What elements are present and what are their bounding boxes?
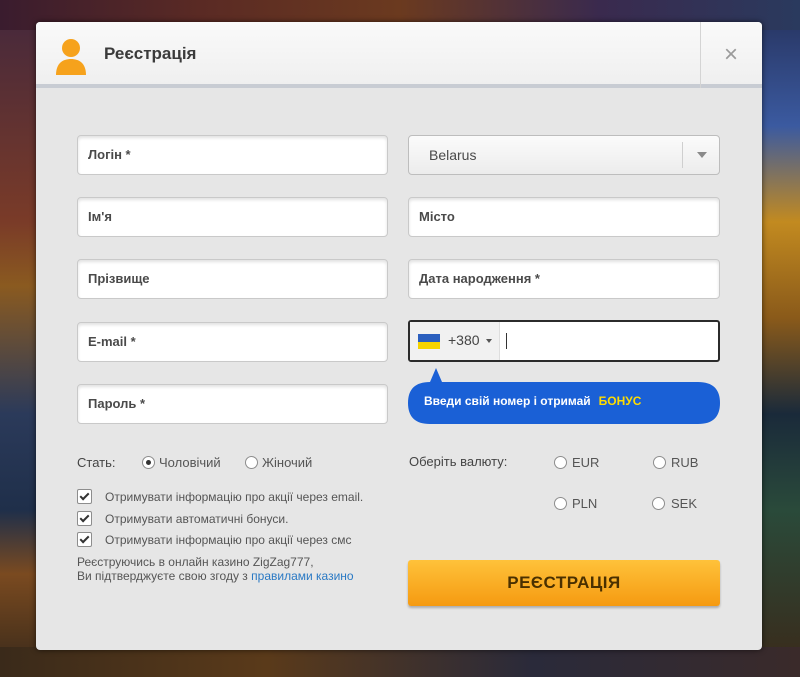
login-input[interactable]: Логін * — [77, 135, 388, 175]
currency-sek-label[interactable]: SEK — [671, 496, 697, 511]
background-left-tiles — [0, 30, 36, 670]
modal-header: Реєстрація × — [36, 22, 762, 88]
bonus-tooltip-message: Введи свій номер і отримай — [424, 394, 591, 408]
password-input[interactable]: Пароль * — [77, 384, 388, 424]
country-code-dropdown[interactable]: +380 — [410, 322, 500, 360]
terms-line-2: Ви підтверджуєте свою згоду з правилами … — [77, 569, 354, 583]
currency-sek-radio[interactable] — [652, 497, 665, 510]
register-button[interactable]: РЕЄСТРАЦІЯ — [408, 560, 720, 606]
bonus-highlight: БОНУС — [598, 394, 642, 408]
dial-code: +380 — [448, 332, 480, 348]
sms-promo-checkbox[interactable] — [77, 532, 92, 547]
email-promo-checkbox[interactable] — [77, 489, 92, 504]
ukraine-flag-icon — [418, 334, 440, 349]
currency-label: Оберіть валюту: — [409, 454, 508, 469]
text-cursor — [506, 333, 507, 349]
terms-text: Реєструючись в онлайн казино ZigZag777, … — [77, 555, 354, 583]
terms-line-1: Реєструючись в онлайн казино ZigZag777, — [77, 555, 314, 569]
user-icon — [56, 39, 86, 75]
checkmark-icon — [79, 533, 90, 544]
auto-bonus-label: Отримувати автоматичні бонуси. — [105, 512, 289, 526]
currency-rub-radio[interactable] — [653, 456, 666, 469]
currency-pln-radio[interactable] — [554, 497, 567, 510]
chevron-down-icon — [697, 152, 707, 158]
sms-promo-label: Отримувати інформацію про акції через см… — [105, 533, 352, 547]
checkmark-icon — [79, 490, 90, 501]
background-right-tiles — [760, 30, 800, 670]
background-bottom-tiles — [0, 647, 800, 677]
bonus-tooltip: Введи свій номер і отримай БОНУС — [408, 368, 720, 424]
casino-rules-link[interactable]: правилами казино — [251, 569, 353, 583]
gender-label: Стать: — [77, 455, 116, 470]
city-input[interactable]: Місто — [408, 197, 720, 237]
gender-female-radio[interactable] — [245, 456, 258, 469]
email-input[interactable]: E-mail * — [77, 322, 388, 362]
gender-female-label[interactable]: Жіночий — [262, 455, 312, 470]
registration-modal: Реєстрація × Логін * Ім'я Прізвище E-mai… — [36, 22, 762, 650]
close-icon[interactable]: × — [724, 43, 738, 67]
select-divider — [682, 142, 683, 168]
gender-male-radio[interactable] — [142, 456, 155, 469]
birthdate-input[interactable]: Дата народження * — [408, 259, 720, 299]
phone-input[interactable]: +380 — [408, 320, 720, 362]
checkmark-icon — [79, 512, 90, 523]
currency-pln-label[interactable]: PLN — [572, 496, 597, 511]
currency-eur-label[interactable]: EUR — [572, 455, 599, 470]
first-name-input[interactable]: Ім'я — [77, 197, 388, 237]
country-select[interactable]: Belarus — [408, 135, 720, 175]
auto-bonus-checkbox[interactable] — [77, 511, 92, 526]
currency-eur-radio[interactable] — [554, 456, 567, 469]
terms-line-2-text: Ви підтверджуєте свою згоду з — [77, 569, 248, 583]
currency-rub-label[interactable]: RUB — [671, 455, 698, 470]
country-select-value: Belarus — [429, 147, 477, 163]
bonus-tooltip-text: Введи свій номер і отримай БОНУС — [424, 394, 641, 408]
last-name-input[interactable]: Прізвище — [77, 259, 388, 299]
close-button[interactable]: × — [700, 22, 762, 88]
gender-male-label[interactable]: Чоловічий — [159, 455, 221, 470]
modal-title: Реєстрація — [104, 44, 197, 63]
caret-down-icon — [486, 339, 492, 343]
email-promo-label: Отримувати інформацію про акції через em… — [105, 490, 364, 504]
